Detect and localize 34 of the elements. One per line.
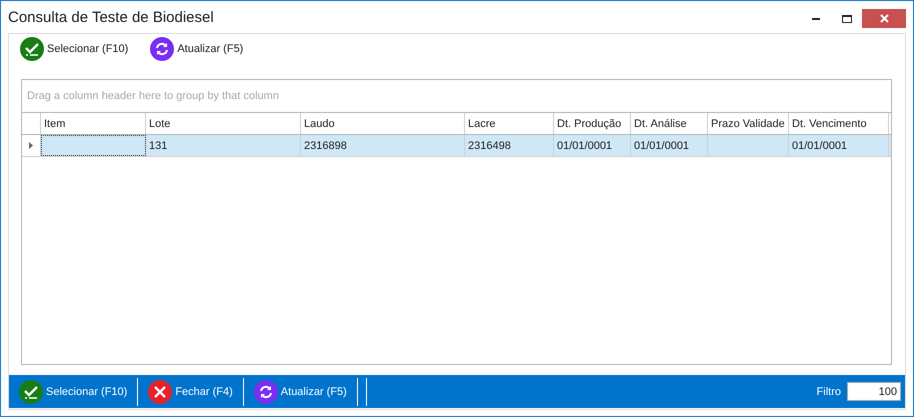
column-header[interactable]: Lote [146,113,301,134]
close-button[interactable]: Fechar (F4) [142,378,239,404]
column-header[interactable]: Laudo [301,113,465,134]
check-icon [20,37,44,61]
table-cell: 131 [146,135,301,156]
refresh-button[interactable]: Atualizar (F5) [144,36,250,62]
table-cell: 01/01/0001 [789,135,889,156]
table-cell: 01/01/0001 [631,135,708,156]
row-indicator-icon [29,142,33,149]
column-header[interactable]: Dt. Produção [554,113,631,134]
filter-field[interactable]: 100 [847,382,901,401]
table-row[interactable]: 131 2316898 2316498 01/01/0001 01/01/0001 01/01/0001 [22,135,891,157]
column-header[interactable]: Prazo Validade [708,113,789,134]
column-header[interactable]: Item [41,113,146,134]
refresh-icon [254,380,278,404]
table-cell: 2316898 [301,135,465,156]
window-title: Consulta de Teste de Biodiesel [8,8,215,26]
refresh-button[interactable]: Atualizar (F5) [248,378,353,404]
select-button[interactable]: Selecionar (F10) [13,378,134,404]
column-header[interactable]: Dt. Vencimento [789,113,889,134]
select-button[interactable]: Selecionar (F10) [14,36,134,62]
filter-label: Filtro [816,386,841,398]
table-cell: 01/01/0001 [554,135,631,156]
table-cell: 2316498 [465,135,554,156]
maximize-icon [842,14,852,22]
refresh-icon [150,37,174,61]
column-header[interactable]: Lacre [465,113,554,134]
minimize-icon [812,18,820,20]
group-panel-hint: Drag a column header here to group by that column [22,80,891,113]
close-button[interactable] [862,9,906,28]
column-header[interactable]: Dt. Análise [631,113,708,134]
close-icon [148,380,172,404]
check-icon [19,380,43,404]
close-icon [880,14,888,23]
